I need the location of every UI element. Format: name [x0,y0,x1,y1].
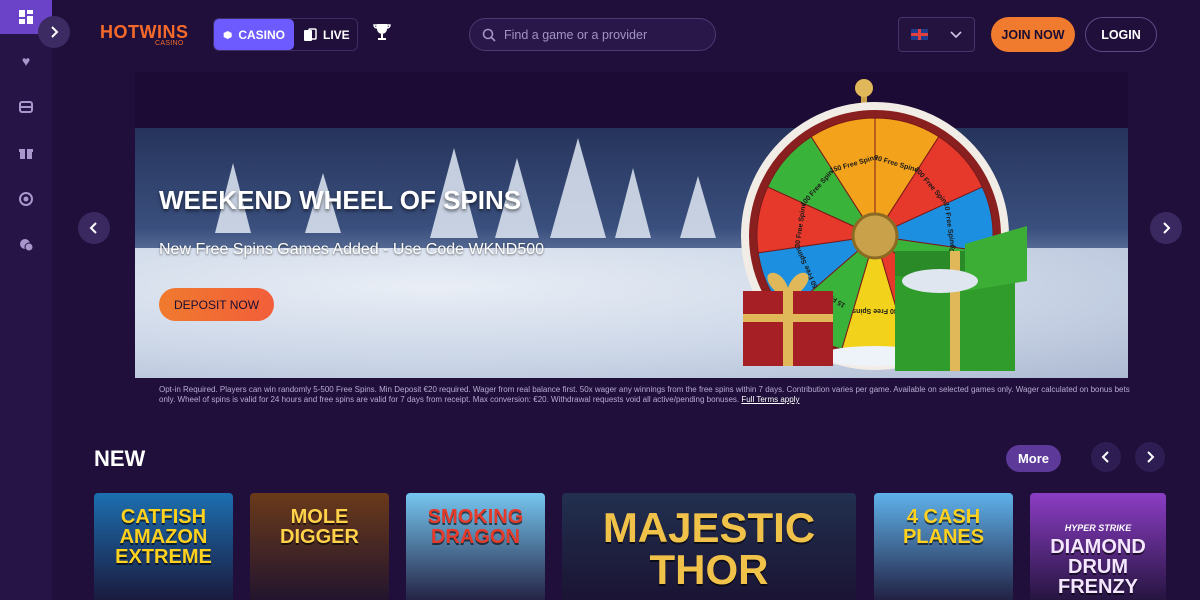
chevron-left-icon [1101,451,1109,463]
more-button[interactable]: More [1006,445,1061,472]
search-bar[interactable] [469,18,716,51]
chevron-right-icon [1163,222,1171,234]
chat-icon [20,239,33,252]
wheel-segment-label: 80 Free Spins [852,307,898,314]
language-selector[interactable] [898,17,975,52]
sidebar: ♥ [0,0,52,600]
login-button[interactable]: LOGIN [1085,17,1157,52]
game-title: CATFISH AMAZON EXTREME [115,506,212,568]
cards-icon [304,27,317,41]
tournaments-button[interactable] [372,22,394,44]
trophy-icon [373,24,391,40]
game-tile[interactable]: 4 CASH PLANES [874,493,1013,600]
chevron-right-icon [1147,451,1155,463]
game-title: 4 CASH PLANES [902,506,985,548]
tab-casino-label: CASINO [238,27,285,42]
target-button[interactable] [0,187,52,211]
terms-body: Opt-in Required. Players can win randoml… [159,385,1130,404]
tab-live-label: LIVE [323,27,350,42]
join-now-button[interactable]: JOIN NOW [991,17,1075,52]
heart-icon: ♥ [21,53,31,69]
terms-text: Opt-in Required. Players can win randoml… [159,385,1134,405]
casino-chip-icon [19,101,33,113]
games-prev-button[interactable] [1091,442,1121,472]
search-icon [482,28,496,42]
uk-flag-icon [911,29,928,40]
search-input[interactable] [504,27,704,42]
logo-subtitle: CASINO [155,40,184,47]
banner-prev-button[interactable] [78,212,110,244]
gift-icon [19,149,33,159]
deposit-now-button[interactable]: DEPOSIT NOW [159,288,274,321]
snowy-tree [615,168,651,238]
chat-button[interactable] [0,233,52,257]
sidebar-expand-button[interactable] [38,16,70,48]
game-title: SMOKING DRAGON [427,506,524,548]
game-tile[interactable]: MAJESTIC THOR [562,493,856,600]
banner-title: WEEKEND WHEEL OF SPINS [159,185,522,215]
tab-casino[interactable]: CASINO [214,19,294,50]
target-icon [19,192,33,206]
game-title: MAJESTIC THOR [602,504,816,593]
tab-live[interactable]: LIVE [294,19,359,50]
games-next-button[interactable] [1135,442,1165,472]
game-badge: HYPER STRIKE [1064,522,1132,533]
chevron-right-icon [51,26,59,38]
full-terms-link[interactable]: Full Terms apply [741,395,799,404]
game-title: DIAMOND DRUM FRENZY [1050,535,1146,598]
game-title: MOLE DIGGER [280,506,359,548]
dashboard-icon [19,10,33,24]
table-games-button[interactable] [0,95,52,119]
section-title-new: NEW [94,446,146,471]
promotions-button[interactable] [0,141,52,165]
mode-toggle: CASINO LIVE [213,18,358,51]
chevron-down-icon [950,30,962,38]
cube-icon [223,30,232,39]
game-tile[interactable]: CATFISH AMAZON EXTREME [94,493,233,600]
wheel-of-spins-illustration: 20 Free Spins300 Free Spins10 Free Spins… [741,79,1027,371]
game-tile[interactable]: HYPER STRIKE DIAMOND DRUM FRENZY [1030,493,1166,600]
snowy-tree [680,176,716,238]
banner-next-button[interactable] [1150,212,1182,244]
game-tile[interactable]: SMOKING DRAGON [406,493,545,600]
chevron-left-icon [89,222,97,234]
favorites-button[interactable]: ♥ [0,49,52,73]
snowy-tree [550,138,606,238]
banner-subtitle: New Free Spins Games Added - Use Code WK… [159,241,545,258]
game-tile[interactable]: MOLE DIGGER [250,493,389,600]
